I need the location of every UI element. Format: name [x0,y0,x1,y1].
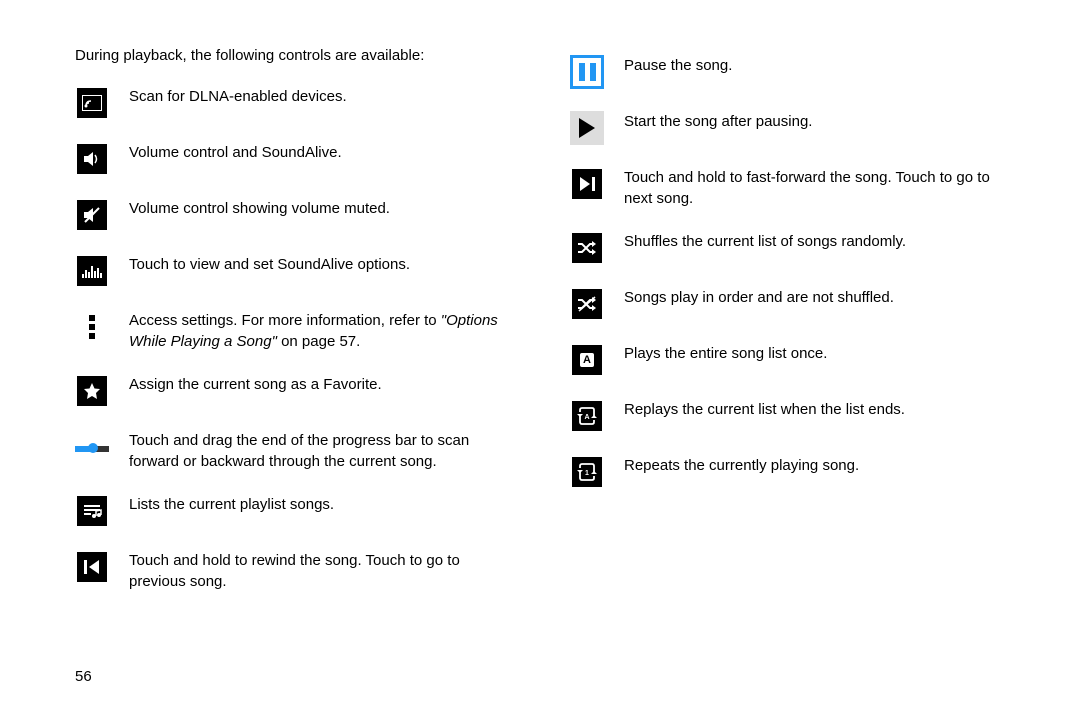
list-item: Songs play in order and are not shuffled… [570,287,1010,321]
item-desc: Volume control and SoundAlive. [129,142,342,163]
list-item: Scan for DLNA-enabled devices. [75,86,515,120]
list-item: Start the song after pausing. [570,111,1010,145]
list-item: Lists the current playlist songs. [75,494,515,528]
list-item: Volume control showing volume muted. [75,198,515,232]
item-desc: Assign the current song as a Favorite. [129,374,382,395]
item-desc: Access settings. For more information, r… [129,310,515,352]
list-item: Pause the song. [570,55,1010,89]
list-item: Touch and hold to fast-forward the song.… [570,167,1010,209]
page-content: During playback, the following controls … [0,0,1080,634]
svg-text:A: A [584,414,589,421]
equalizer-icon [75,254,109,288]
item-desc: Start the song after pausing. [624,111,812,132]
playlist-icon [75,494,109,528]
progress-bar-icon [75,430,109,464]
volume-icon [75,142,109,176]
dlna-icon [75,86,109,120]
item-desc: Pause the song. [624,55,732,76]
left-column: During playback, the following controls … [75,45,515,614]
next-icon [570,167,604,201]
volume-muted-icon [75,198,109,232]
list-item: Shuffles the current list of songs rando… [570,231,1010,265]
text-part: on page 57. [277,333,360,350]
settings-dots-icon [75,310,109,344]
text-part: Access settings. For more information, r… [129,312,441,329]
list-item: 1 Repeats the currently playing song. [570,455,1010,489]
play-icon [570,111,604,145]
svg-text:1: 1 [585,470,589,477]
item-desc: Volume control showing volume muted. [129,198,390,219]
page-number: 56 [75,668,92,685]
list-item: A Plays the entire song list once. [570,343,1010,377]
item-desc: Lists the current playlist songs. [129,494,334,515]
item-desc: Touch and drag the end of the progress b… [129,430,515,472]
item-desc: Touch and hold to fast-forward the song.… [624,167,1010,209]
list-item: Assign the current song as a Favorite. [75,374,515,408]
list-item: Access settings. For more information, r… [75,310,515,352]
item-desc: Replays the current list when the list e… [624,399,905,420]
previous-icon [75,550,109,584]
right-column: Pause the song. Start the song after pau… [570,45,1010,614]
item-desc: Touch to view and set SoundAlive options… [129,254,410,275]
item-desc: Scan for DLNA-enabled devices. [129,86,347,107]
item-desc: Plays the entire song list once. [624,343,827,364]
play-once-icon: A [570,343,604,377]
item-desc: Touch and hold to rewind the song. Touch… [129,550,515,592]
shuffle-on-icon [570,231,604,265]
list-item: Volume control and SoundAlive. [75,142,515,176]
list-item: Touch and hold to rewind the song. Touch… [75,550,515,592]
item-desc: Shuffles the current list of songs rando… [624,231,906,252]
shuffle-off-icon [570,287,604,321]
favorite-star-icon [75,374,109,408]
pause-icon [570,55,604,89]
list-item: Touch and drag the end of the progress b… [75,430,515,472]
list-item: A Replays the current list when the list… [570,399,1010,433]
intro-text: During playback, the following controls … [75,45,515,66]
repeat-all-icon: A [570,399,604,433]
repeat-one-icon: 1 [570,455,604,489]
item-desc: Repeats the currently playing song. [624,455,859,476]
list-item: Touch to view and set SoundAlive options… [75,254,515,288]
item-desc: Songs play in order and are not shuffled… [624,287,894,308]
